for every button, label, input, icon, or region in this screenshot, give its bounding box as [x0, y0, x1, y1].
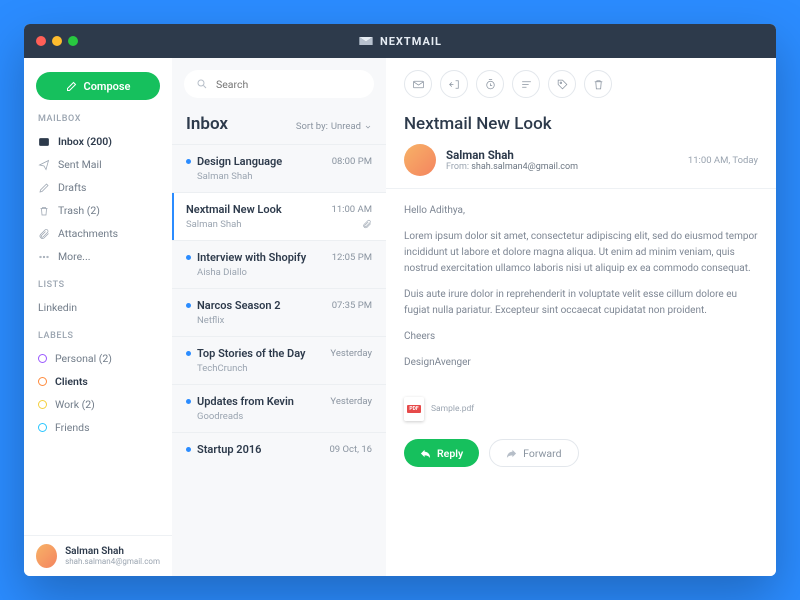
label-personal[interactable]: Personal (2) [24, 347, 172, 370]
pdf-icon [404, 397, 424, 421]
envelope-icon [412, 78, 425, 91]
message-list-column: Inbox Sort by: Unread Design Language08:… [172, 58, 386, 576]
attachment-icon [362, 219, 372, 229]
section-labels: LABELS [24, 327, 172, 347]
profile-name: Salman Shah [65, 546, 160, 557]
unread-dot-icon [186, 255, 191, 260]
label-dot-icon [38, 377, 47, 386]
delete-button[interactable] [584, 70, 612, 98]
mail-time: 11:00 AM, Today [688, 155, 758, 166]
archive-button[interactable] [440, 70, 468, 98]
unread-dot-icon [186, 351, 191, 356]
titlebar: NEXTMAIL [24, 24, 776, 58]
section-mailbox: MAILBOX [24, 110, 172, 130]
snooze-button[interactable] [476, 70, 504, 98]
search[interactable] [184, 70, 374, 98]
label-work[interactable]: Work (2) [24, 393, 172, 416]
brand-text: NEXTMAIL [380, 35, 442, 48]
label-clients[interactable]: Clients [24, 370, 172, 393]
label-friends[interactable]: Friends [24, 416, 172, 439]
mark-read-button[interactable] [404, 70, 432, 98]
more-icon [38, 251, 50, 263]
mail-body: Hello Adithya, Lorem ipsum dolor sit ame… [386, 189, 776, 395]
section-lists: LISTS [24, 276, 172, 296]
message-item[interactable]: Nextmail New Look11:00 AMSalman Shah [172, 192, 386, 240]
message-item[interactable]: Top Stories of the DayYesterdayTechCrunc… [172, 336, 386, 384]
lines-icon [520, 78, 533, 91]
mail-actions [386, 58, 776, 98]
message-list: Design Language08:00 PMSalman ShahNextma… [172, 144, 386, 469]
app-window: NEXTMAIL Compose MAILBOX Inbox (200) Sen… [24, 24, 776, 576]
compose-button[interactable]: Compose [36, 72, 160, 100]
avatar [36, 544, 57, 568]
inbox-icon [38, 136, 50, 148]
window-controls [36, 36, 78, 46]
sender-avatar [404, 144, 436, 176]
attachment-name: Sample.pdf [431, 404, 474, 414]
archive-icon [448, 78, 461, 91]
list-header: Inbox Sort by: Unread [172, 98, 386, 144]
maximize-dot[interactable] [68, 36, 78, 46]
compose-label: Compose [84, 80, 131, 93]
nav-attachments[interactable]: Attachments [24, 222, 172, 245]
search-input[interactable] [216, 78, 362, 91]
unread-dot-icon [186, 159, 191, 164]
message-item[interactable]: Updates from KevinYesterdayGoodreads [172, 384, 386, 432]
sender-row: Salman Shah From: shah.salman4@gmail.com… [386, 144, 776, 189]
trash-icon [38, 205, 50, 217]
list-title: Inbox [186, 114, 228, 134]
nav-inbox[interactable]: Inbox (200) [24, 130, 172, 153]
list-linkedin[interactable]: Linkedin [24, 296, 172, 319]
profile-email: shah.salman4@gmail.com [65, 557, 160, 566]
main: Compose MAILBOX Inbox (200) Sent Mail Dr… [24, 58, 776, 576]
message-item[interactable]: Startup 201609 Oct, 16 [172, 432, 386, 469]
sender-name: Salman Shah [446, 148, 578, 162]
reply-row: Reply Forward [386, 433, 776, 481]
compose-icon [66, 80, 78, 92]
label-dot-icon [38, 400, 47, 409]
message-item[interactable]: Interview with Shopify12:05 PMAisha Dial… [172, 240, 386, 288]
label-dot-icon [38, 423, 47, 432]
sender-from: From: shah.salman4@gmail.com [446, 162, 578, 172]
message-item[interactable]: Narcos Season 207:35 PMNetflix [172, 288, 386, 336]
minimize-dot[interactable] [52, 36, 62, 46]
clock-icon [484, 78, 497, 91]
unread-dot-icon [186, 399, 191, 404]
brand: NEXTMAIL [358, 33, 442, 49]
chevron-down-icon [364, 123, 372, 131]
format-button[interactable] [512, 70, 540, 98]
unread-dot-icon [186, 447, 191, 452]
trash-icon [592, 78, 605, 91]
mail-title: Nextmail New Look [386, 98, 776, 144]
label-dot-icon [38, 354, 47, 363]
forward-button[interactable]: Forward [489, 439, 578, 467]
drafts-icon [38, 182, 50, 194]
profile[interactable]: Salman Shah shah.salman4@gmail.com [24, 535, 172, 576]
reply-button[interactable]: Reply [404, 439, 479, 467]
sidebar: Compose MAILBOX Inbox (200) Sent Mail Dr… [24, 58, 172, 576]
nav-trash[interactable]: Trash (2) [24, 199, 172, 222]
reading-pane: Nextmail New Look Salman Shah From: shah… [386, 58, 776, 576]
message-item[interactable]: Design Language08:00 PMSalman Shah [172, 144, 386, 192]
forward-icon [506, 448, 517, 459]
tag-icon [556, 78, 569, 91]
unread-dot-icon [186, 303, 191, 308]
attachment-chip[interactable]: Sample.pdf [404, 397, 758, 421]
close-dot[interactable] [36, 36, 46, 46]
search-icon [196, 78, 208, 90]
sort-control[interactable]: Sort by: Unread [296, 121, 372, 132]
nav-sent[interactable]: Sent Mail [24, 153, 172, 176]
nav-more[interactable]: More... [24, 245, 172, 268]
attachment-icon [38, 228, 50, 240]
brand-icon [358, 33, 374, 49]
reply-icon [420, 448, 431, 459]
send-icon [38, 159, 50, 171]
tag-button[interactable] [548, 70, 576, 98]
nav-drafts[interactable]: Drafts [24, 176, 172, 199]
